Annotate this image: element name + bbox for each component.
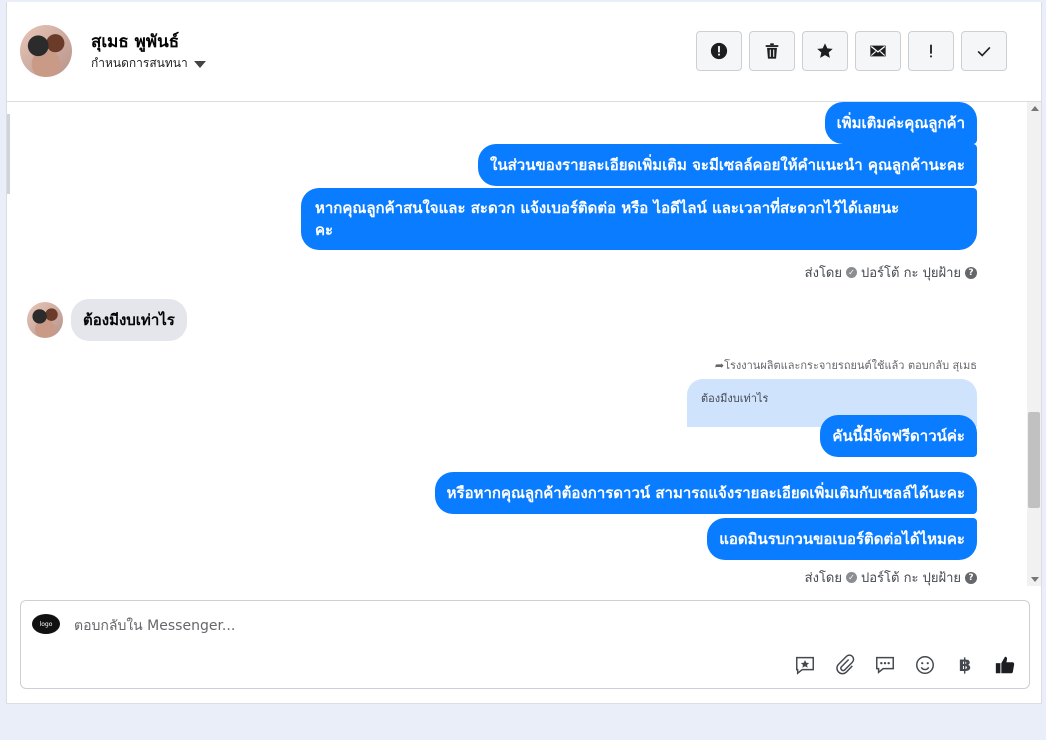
like-button[interactable] (993, 653, 1017, 677)
delete-button[interactable] (749, 31, 795, 71)
checkmark-icon (977, 46, 991, 57)
star-icon (817, 43, 833, 58)
sender-name: ปอร์โต้ กะ ปุยฝ้าย (861, 266, 961, 281)
payment-button[interactable]: ฿ (953, 653, 977, 677)
star-button[interactable] (802, 31, 848, 71)
emoji-button[interactable] (913, 653, 937, 677)
composer-tools: ฿ (793, 653, 1017, 677)
message-bubble[interactable]: คันนี้มีจัดฟรีดาวน์ค่ะ (820, 415, 977, 457)
thumbs-up-icon (995, 656, 1015, 674)
conversation-header: สุเมธ พูพันธ์ กำหนดการสนทนา (7, 2, 1041, 102)
sent-by-info: ส่งโดย ✓ ปอร์โต้ กะ ปุยฝ้าย ? (805, 567, 977, 586)
caret-down-icon (193, 61, 206, 68)
message-bubble[interactable]: เพิ่มเติมค่ะคุณลูกค้า (824, 102, 977, 144)
exclamation-icon (930, 44, 932, 58)
reply-note-text: โรงงานผลิตและกระจายรถยนต์ใช้แล้ว ตอบกลับ… (724, 359, 977, 372)
check-icon: ✓ (846, 572, 857, 583)
message-bubble[interactable]: แอดมินรบกวนขอเบอร์ติดต่อได้ไหมคะ (707, 518, 977, 560)
message-bubble[interactable]: ในส่วนของรายละเอียดเพิ่มเติม จะมีเซลล์คอ… (478, 144, 977, 186)
sent-by-label: ส่งโดย (804, 571, 842, 586)
sent-by-label: ส่งโดย (804, 266, 842, 281)
contact-name[interactable]: สุเมธ พูพันธ์ (91, 28, 179, 55)
mark-done-button[interactable] (961, 31, 1007, 71)
reply-arrow-icon: ➦ (714, 359, 725, 372)
avatar[interactable] (20, 25, 72, 77)
page-logo: logo (32, 614, 60, 634)
inbox-panel: สุเมธ พูพันธ์ กำหนดการสนทนา เพิ่มเติมค่ะ… (6, 2, 1042, 704)
saved-reply-icon (796, 656, 814, 675)
assign-label: กำหนดการสนทนา (91, 56, 188, 70)
assign-conversation-dropdown[interactable]: กำหนดการสนทนา (91, 54, 206, 73)
message-line: หากคุณลูกค้าสนใจและ สะดวก แจ้งเบอร์ติดต่… (315, 199, 900, 217)
message-line: คะ (315, 221, 334, 239)
reply-context: ➦โรงงานผลิตและกระจายรถยนต์ใช้แล้ว ตอบกลั… (715, 356, 977, 374)
paperclip-icon (836, 654, 855, 675)
sender-name: ปอร์โต้ กะ ปุยฝ้าย (861, 571, 961, 586)
saved-reply-button[interactable] (793, 653, 817, 677)
trash-icon (765, 43, 779, 59)
scroll-up-icon[interactable] (1031, 106, 1039, 111)
scroll-down-icon[interactable] (1031, 577, 1039, 582)
help-icon[interactable]: ? (965, 571, 977, 584)
follow-up-button[interactable] (908, 31, 954, 71)
scrollbar[interactable] (1027, 102, 1041, 586)
message-thread: เพิ่มเติมค่ะคุณลูกค้า ในส่วนของรายละเอีย… (7, 102, 1027, 586)
envelope-icon (870, 45, 886, 57)
quick-replies-button[interactable] (873, 653, 897, 677)
attach-button[interactable] (833, 653, 857, 677)
reply-input[interactable] (74, 615, 974, 637)
scroll-thumb[interactable] (1028, 412, 1040, 508)
smiley-icon (916, 656, 934, 674)
message-bubble[interactable]: หากคุณลูกค้าสนใจและ สะดวก แจ้งเบอร์ติดต่… (301, 188, 977, 250)
chat-bubbles-icon (876, 656, 894, 674)
incoming-message-bubble[interactable]: ต้องมีงบเท่าไร (71, 299, 187, 341)
action-toolbar (696, 31, 1007, 71)
alert-circle-icon (710, 42, 728, 60)
report-button[interactable] (696, 31, 742, 71)
avatar[interactable] (27, 302, 63, 338)
mark-unread-button[interactable] (855, 31, 901, 71)
sent-by-info: ส่งโดย ✓ ปอร์โต้ กะ ปุยฝ้าย ? (805, 262, 977, 283)
check-icon: ✓ (846, 267, 857, 278)
help-icon[interactable]: ? (965, 266, 977, 279)
message-bubble[interactable]: หรือหากคุณลูกค้าต้องการดาวน์ สามารถแจ้งร… (434, 472, 977, 514)
reply-composer: logo ฿ (20, 600, 1030, 689)
baht-icon: ฿ (958, 654, 972, 676)
